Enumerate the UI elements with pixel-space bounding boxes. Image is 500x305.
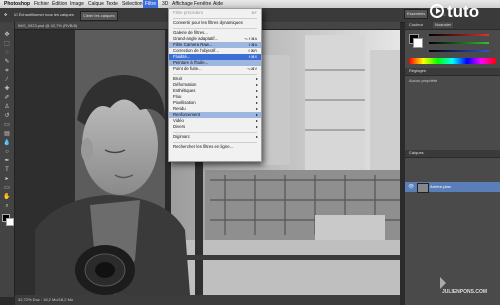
filter-menu-item[interactable]: Rechercher les filtres en ligne... (169, 144, 261, 150)
menu-image[interactable]: Image (70, 0, 84, 8)
dodge-tool-icon[interactable]: ○ (3, 149, 11, 155)
color-panel-background[interactable] (413, 38, 423, 48)
eyedropper-tool-icon[interactable]: ⁄ (3, 77, 11, 83)
hand-tool-icon[interactable]: ✋ (3, 194, 11, 200)
blue-slider[interactable] (429, 50, 489, 52)
filter-menu-item[interactable]: Digimarc ▸ (169, 134, 261, 140)
filter-menu-item-shortcut: ⌘F (251, 11, 257, 15)
filter-menu-item-label: Convertir pour les filtres dynamiques (173, 20, 243, 25)
properties-label: Aucun propriété (409, 78, 438, 83)
tools-panel: ✥ ⬚ ◌ ✎ ⌗ ⁄ ✚ ✐ ♙ ↺ ▭ ▤ 💧 ○ ✒ T ▸ ▭ ✋ ⌕ (0, 22, 15, 297)
menu-selection[interactable]: Sélection (122, 0, 143, 8)
filter-menu-item: Filtre précédent ⌘F (169, 10, 261, 16)
author-url: JULIENPONS.COM (442, 289, 488, 295)
filter-menu-item-label: Divers (173, 124, 186, 129)
menu-separator (173, 131, 257, 133)
tab-swatches[interactable]: Nuancier (433, 22, 454, 28)
submenu-arrow-icon: ▸ (255, 124, 258, 129)
menu-separator (173, 141, 257, 143)
pen-tool-icon[interactable]: ✒ (3, 158, 11, 164)
type-tool-icon[interactable]: T (3, 167, 11, 173)
color-spectrum-bar[interactable] (409, 58, 496, 64)
target-layers-select[interactable]: Cibler les calques (80, 11, 118, 21)
crop-tool-icon[interactable]: ⌗ (3, 68, 11, 74)
brush-tool-icon[interactable]: ✐ (3, 95, 11, 101)
author-signature: JULIENPONS.COM (440, 277, 500, 295)
path-select-tool-icon[interactable]: ▸ (3, 176, 11, 182)
filter-menu-item[interactable]: Convertir pour les filtres dynamiques (169, 20, 261, 26)
shape-tool-icon[interactable]: ▭ (3, 185, 11, 191)
arrow-logo-icon (440, 277, 446, 289)
right-panels: Couleur Nuancier Réglages Aucun propriét… (405, 22, 500, 305)
play-circle-icon (430, 4, 444, 18)
mac-menubar: Photoshop Fichier Édition Image Calque T… (0, 0, 500, 8)
background-color-swatch[interactable] (6, 218, 14, 226)
menu-fichier[interactable]: Fichier (34, 0, 49, 8)
move-tool-icon[interactable]: ✥ (3, 32, 11, 38)
marquee-tool-icon[interactable]: ⬚ (3, 41, 11, 47)
menu-aide[interactable]: Aide (213, 0, 223, 8)
blur-tool-icon[interactable]: 💧 (3, 140, 11, 146)
filter-menu-item-label: Point de fuite... (173, 66, 202, 71)
gradient-tool-icon[interactable]: ▤ (3, 131, 11, 137)
eraser-tool-icon[interactable]: ▭ (3, 122, 11, 128)
submenu-arrow-icon: ▸ (255, 134, 258, 139)
menu-3d[interactable]: 3D (162, 0, 168, 8)
status-bar: 42,72% Doc : 18,2 Mo/18,2 Mo (15, 295, 400, 305)
clone-stamp-tool-icon[interactable]: ♙ (3, 104, 11, 110)
menu-fenetre[interactable]: Fenêtre (194, 0, 211, 8)
menu-calque[interactable]: Calque (88, 0, 104, 8)
filter-menu-item-label: Rechercher les filtres en ligne... (173, 144, 234, 149)
layer-name: Arrière-plan (430, 184, 451, 189)
filter-menu-item-label: Filtre précédent (173, 10, 203, 15)
layer-row[interactable]: 👁 Arrière-plan (405, 182, 500, 193)
sample-all-layers-label: Échantillonner tous les calques (18, 12, 74, 17)
tab-layers[interactable]: Calques (407, 150, 426, 156)
quick-select-tool-icon[interactable]: ✎ (3, 59, 11, 65)
menu-affichage[interactable]: Affichage (172, 0, 193, 8)
sample-all-layers-checkbox[interactable]: ☑ Échantillonner tous les calques (14, 11, 74, 19)
menu-texte[interactable]: Texte (106, 0, 118, 8)
layers-panel-header: Calques (405, 150, 500, 158)
tab-color[interactable]: Couleur (407, 22, 426, 28)
tuto-watermark: tuto (430, 2, 498, 22)
filter-menu-item[interactable]: Point de fuite... ⌥⌘V (169, 66, 261, 72)
move-tool-options-icon[interactable]: ✥ (4, 11, 7, 19)
layer-thumbnail (417, 183, 429, 193)
filter-menu-item-shortcut: ⌥⌘V (246, 67, 257, 71)
tuto-brand-text: tuto (447, 2, 480, 21)
history-brush-tool-icon[interactable]: ↺ (3, 113, 11, 119)
workspace-select[interactable]: Essentiels (404, 9, 429, 19)
red-slider[interactable] (429, 34, 489, 36)
healing-brush-tool-icon[interactable]: ✚ (3, 86, 11, 92)
menu-edition[interactable]: Édition (52, 0, 67, 8)
layer-visibility-icon[interactable]: 👁 (408, 184, 414, 190)
menu-filtre[interactable]: Filtre (143, 0, 159, 8)
adjustments-panel-header: Réglages (405, 68, 500, 76)
menu-separator (173, 27, 257, 29)
zoom-tool-icon[interactable]: ⌕ (3, 203, 11, 209)
filter-menu-item-label: Digimarc (173, 134, 190, 139)
menu-separator (173, 73, 257, 75)
filter-menu: Filtre précédent ⌘F Convertir pour les fil… (168, 8, 262, 162)
lasso-tool-icon[interactable]: ◌ (3, 50, 11, 56)
tab-adjustments[interactable]: Réglages (407, 68, 428, 74)
filter-menu-item[interactable]: Divers ▸ (169, 124, 261, 130)
menu-separator (173, 17, 257, 19)
color-panel-header: Couleur Nuancier (405, 22, 500, 30)
menu-app[interactable]: Photoshop (4, 0, 30, 8)
green-slider[interactable] (429, 42, 489, 44)
